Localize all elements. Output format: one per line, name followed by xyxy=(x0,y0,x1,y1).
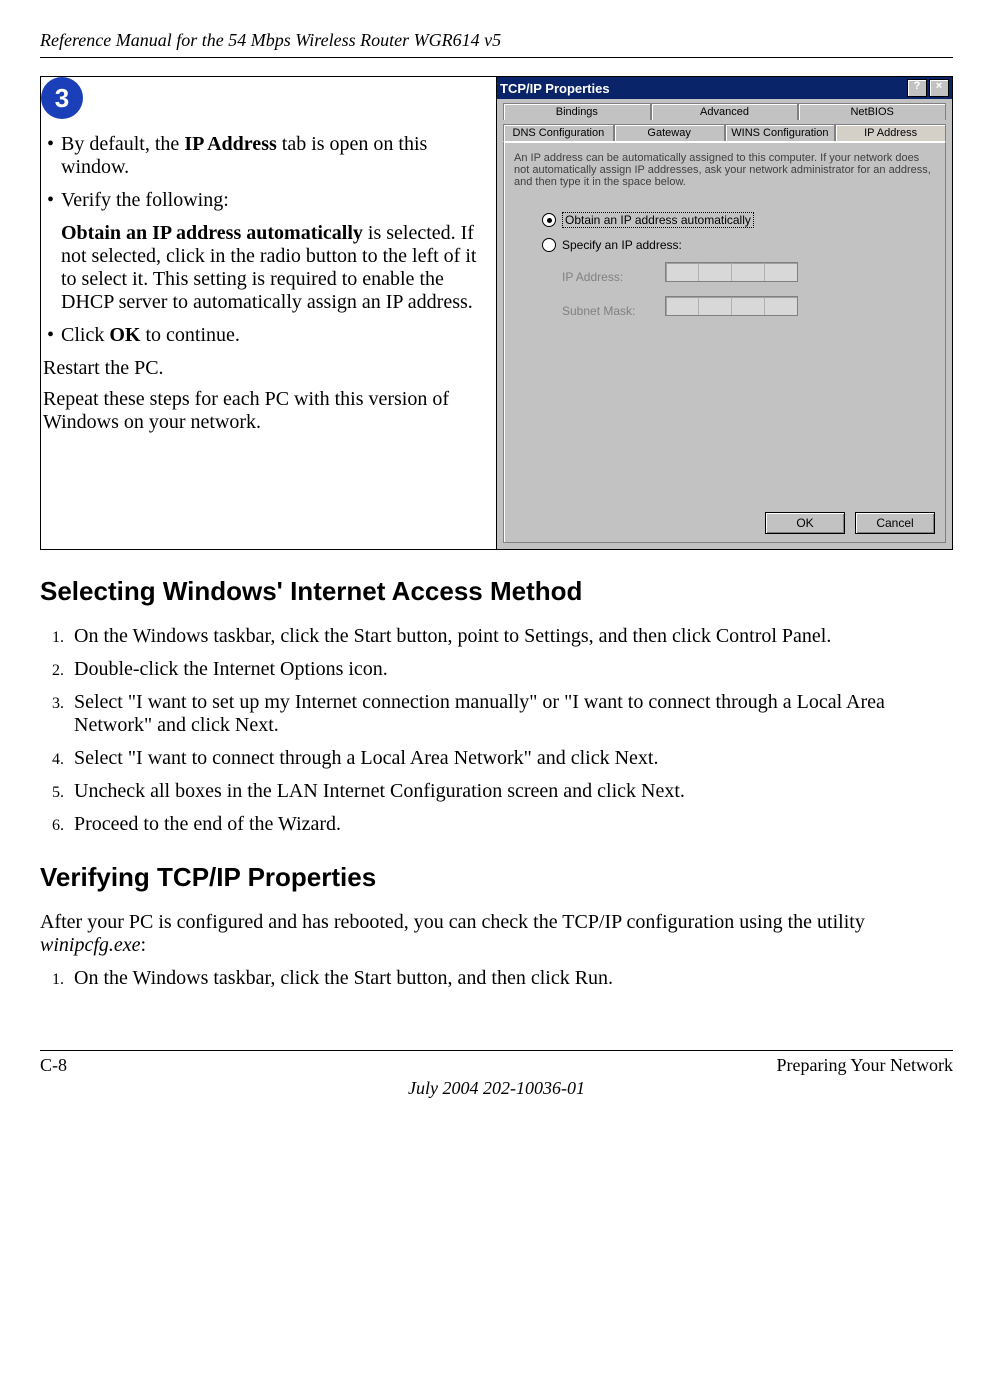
running-head: Reference Manual for the 54 Mbps Wireles… xyxy=(40,30,953,57)
ok-button[interactable]: OK xyxy=(765,512,845,534)
obtain-ip-paragraph: Obtain an IP address automatically is se… xyxy=(61,222,496,314)
tab-ip-address[interactable]: IP Address xyxy=(835,124,946,141)
tcpip-properties-dialog: TCP/IP Properties ? × Bindings Advanced … xyxy=(497,77,952,543)
close-button[interactable]: × xyxy=(929,79,949,97)
instructions-cell: 3 • By default, the IP Address tab is op… xyxy=(41,77,497,550)
footer-rule xyxy=(40,1050,953,1051)
list-item: Select "I want to connect through a Loca… xyxy=(68,747,953,770)
ip-address-label: IP Address: xyxy=(562,270,662,284)
list-item: On the Windows taskbar, click the Start … xyxy=(68,625,953,648)
subnet-mask-input xyxy=(665,296,798,316)
internet-access-steps: On the Windows taskbar, click the Start … xyxy=(40,625,953,836)
list-item: On the Windows taskbar, click the Start … xyxy=(68,967,953,990)
radio-specify-row[interactable]: Specify an IP address: xyxy=(542,238,935,252)
section-heading-internet-access: Selecting Windows' Internet Access Metho… xyxy=(40,576,953,607)
tab-panel: An IP address can be automatically assig… xyxy=(503,141,946,543)
help-button[interactable]: ? xyxy=(907,79,927,97)
bullet-icon: • xyxy=(47,189,61,212)
radio-specify-label: Specify an IP address: xyxy=(562,238,682,252)
dialog-title: TCP/IP Properties xyxy=(500,81,610,96)
top-rule xyxy=(40,57,953,58)
screenshot-cell: TCP/IP Properties ? × Bindings Advanced … xyxy=(497,77,953,550)
dialog-help-text: An IP address can be automatically assig… xyxy=(514,152,935,188)
tab-advanced[interactable]: Advanced xyxy=(651,103,799,120)
footer-date-docid: July 2004 202-10036-01 xyxy=(40,1078,953,1099)
list-item: Double-click the Internet Options icon. xyxy=(68,658,953,681)
list-item: Proceed to the end of the Wizard. xyxy=(68,813,953,836)
tab-gateway[interactable]: Gateway xyxy=(614,124,725,141)
ip-address-input xyxy=(665,262,798,282)
tab-wins-configuration[interactable]: WINS Configuration xyxy=(725,124,836,141)
tab-bindings[interactable]: Bindings xyxy=(503,103,651,120)
bullet-icon: • xyxy=(47,133,61,179)
tabs-row-2: DNS Configuration Gateway WINS Configura… xyxy=(503,124,946,141)
bullet-verify: Verify the following: xyxy=(61,189,496,212)
radio-obtain-label: Obtain an IP address automatically xyxy=(562,212,754,228)
step-number-badge: 3 xyxy=(41,77,83,119)
list-item: Uncheck all boxes in the LAN Internet Co… xyxy=(68,780,953,803)
step-table: 3 • By default, the IP Address tab is op… xyxy=(40,76,953,550)
verifying-steps: On the Windows taskbar, click the Start … xyxy=(40,967,953,990)
cancel-button[interactable]: Cancel xyxy=(855,512,935,534)
ip-fields-group: IP Address: Subnet Mask: xyxy=(562,262,935,318)
footer-section: Preparing Your Network xyxy=(777,1055,953,1076)
bullet-ip-address-tab: By default, the IP Address tab is open o… xyxy=(61,133,496,179)
bullet-click-ok: Click OK to continue. xyxy=(61,324,496,347)
tab-dns-configuration[interactable]: DNS Configuration xyxy=(503,124,614,141)
page-number: C-8 xyxy=(40,1055,67,1076)
radio-icon[interactable] xyxy=(542,238,556,252)
list-item: Select "I want to set up my Internet con… xyxy=(68,691,953,737)
bullet-icon: • xyxy=(47,324,61,347)
dialog-titlebar: TCP/IP Properties ? × xyxy=(497,77,952,99)
restart-paragraph: Restart the PC. xyxy=(43,357,496,380)
subnet-mask-label: Subnet Mask: xyxy=(562,304,662,318)
repeat-paragraph: Repeat these steps for each PC with this… xyxy=(43,388,496,434)
bullet-spacer xyxy=(47,222,61,314)
radio-icon[interactable] xyxy=(542,213,556,227)
verifying-intro: After your PC is configured and has rebo… xyxy=(40,911,953,957)
radio-obtain-row[interactable]: Obtain an IP address automatically xyxy=(542,212,935,228)
section-heading-verifying: Verifying TCP/IP Properties xyxy=(40,862,953,893)
tab-netbios[interactable]: NetBIOS xyxy=(798,103,946,120)
tabs-row-1: Bindings Advanced NetBIOS xyxy=(503,103,946,120)
